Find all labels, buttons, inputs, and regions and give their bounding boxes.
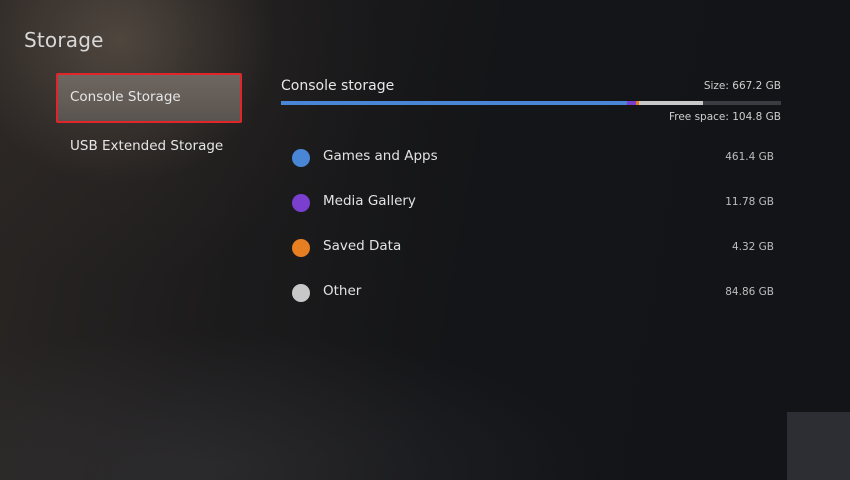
sidebar-item-label: USB Extended Storage (70, 138, 224, 154)
usage-segment-other (639, 101, 703, 105)
category-label: Other (323, 283, 362, 299)
usage-segment-games-and-apps (281, 101, 627, 105)
storage-size-text: Size: 667.2 GB (703, 80, 781, 92)
free-space-text: Free space: 104.8 GB (668, 111, 781, 123)
sidebar-item-usb-extended-storage[interactable]: USB Extended Storage (56, 121, 242, 171)
storage-category-media-gallery[interactable]: Media Gallery 11.78 GB (292, 191, 774, 215)
category-label: Saved Data (323, 238, 402, 254)
usage-segment-media-gallery (627, 101, 636, 105)
storage-usage-bar (281, 101, 781, 105)
category-label: Games and Apps (323, 148, 438, 164)
storage-category-games-and-apps[interactable]: Games and Apps 461.4 GB (292, 146, 774, 170)
page-title: Storage (24, 28, 104, 52)
sidebar-item-console-storage[interactable]: Console Storage (56, 73, 242, 123)
category-value: 84.86 GB (725, 286, 774, 298)
sidebar-item-label: Console Storage (70, 89, 181, 105)
corner-overlay (787, 412, 850, 480)
category-value: 11.78 GB (725, 196, 774, 208)
section-title: Console storage (281, 78, 395, 94)
category-color-dot-icon (292, 239, 310, 257)
storage-category-other[interactable]: Other 84.86 GB (292, 281, 774, 305)
storage-category-saved-data[interactable]: Saved Data 4.32 GB (292, 236, 774, 260)
category-color-dot-icon (292, 194, 310, 212)
category-color-dot-icon (292, 149, 310, 167)
category-value: 4.32 GB (731, 241, 774, 253)
category-label: Media Gallery (323, 193, 416, 209)
category-value: 461.4 GB (725, 151, 774, 163)
category-color-dot-icon (292, 284, 310, 302)
